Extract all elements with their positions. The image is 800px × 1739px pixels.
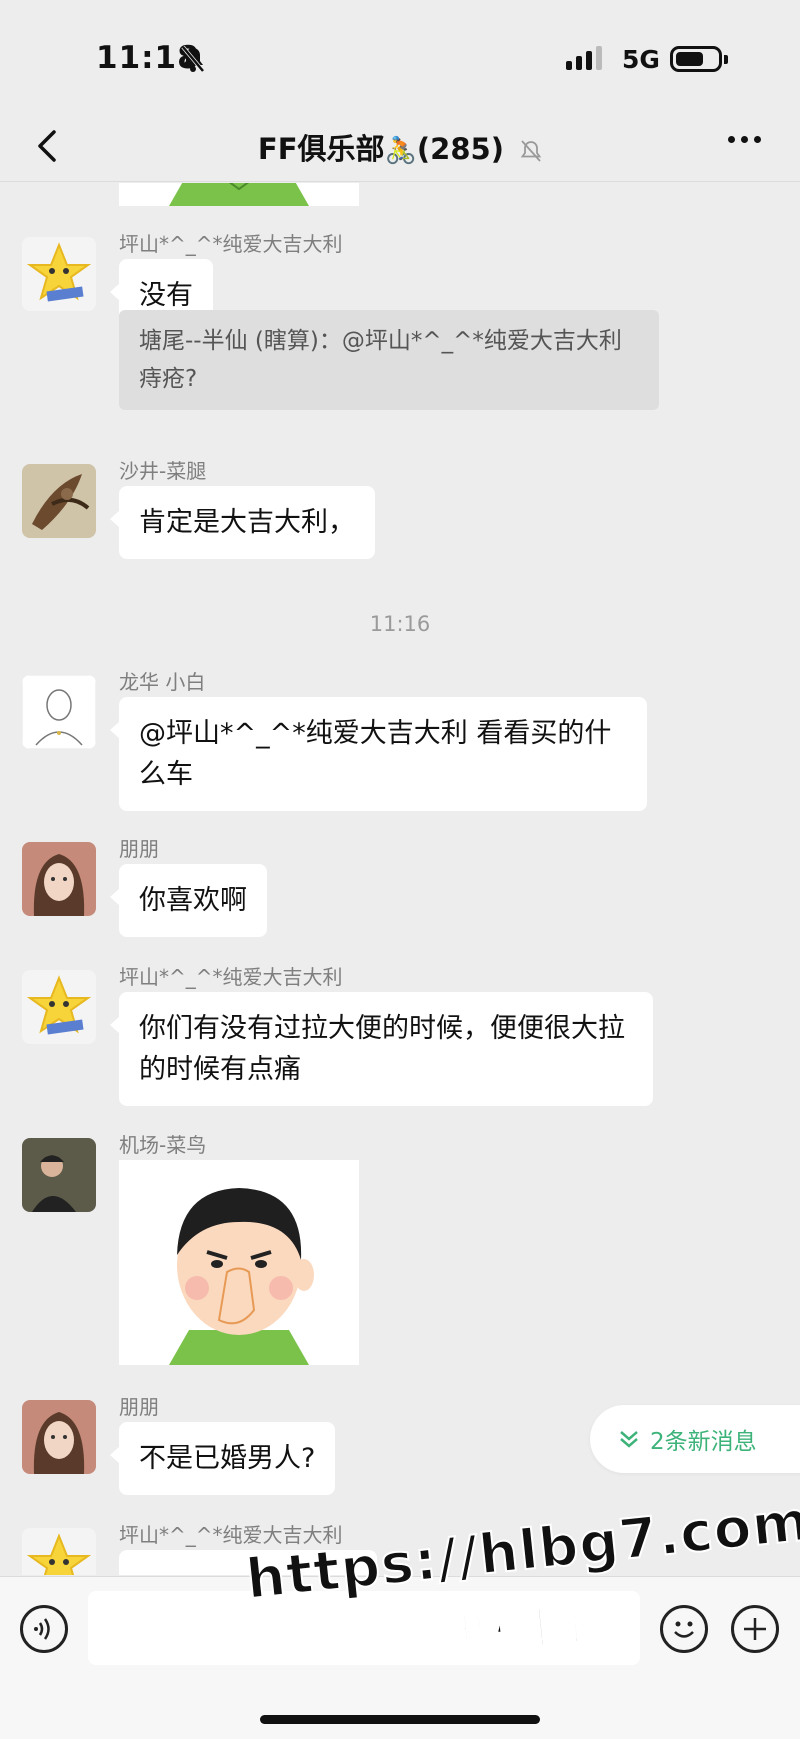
sender-name: 朋朋 (119, 837, 159, 861)
home-indicator (260, 1715, 540, 1724)
input-bar (0, 1576, 800, 1739)
timestamp: 11:16 (369, 612, 431, 636)
sketch-avatar[interactable] (22, 675, 96, 749)
mute-bell-icon (181, 45, 205, 73)
man-avatar[interactable] (22, 1138, 96, 1212)
message-input[interactable] (88, 1591, 640, 1665)
nav-bar: FF俱乐部🚴(285) (0, 110, 800, 182)
message-bubble[interactable]: 你们有没有过拉大便的时候，便便很大拉的时候有点痛 (110, 992, 653, 1106)
star-avatar[interactable] (22, 237, 96, 311)
message-bubble[interactable]: 不是已婚男人? (109, 1422, 336, 1495)
network-label: 5G (622, 45, 660, 74)
chat-area[interactable]: 坪山*^_^*纯爱大吉大利 没有 塘尾--半仙 (瞎算)：@坪山*^_^*纯爱大… (0, 183, 800, 1575)
double-chevron-down-icon (620, 1431, 638, 1448)
sender-name: 坪山*^_^*纯爱大吉大利 (119, 965, 343, 989)
chat-title: FF俱乐部🚴(285) (0, 126, 800, 168)
sender-name: 朋朋 (119, 1395, 159, 1419)
bird-avatar[interactable] (22, 464, 96, 538)
nose-pinch-sticker[interactable] (119, 1160, 359, 1365)
message-bubble[interactable]: @坪山*^_^*纯爱大吉大利 看看买的什么车 (110, 697, 647, 811)
bike-emoji: 🚴 (384, 136, 417, 166)
message-bubble[interactable]: 你喜欢啊 (110, 864, 267, 937)
sender-name: 坪山*^_^*纯爱大吉大利 (119, 1523, 343, 1547)
message-bubble[interactable]: 肯定是大吉大利， (110, 486, 375, 559)
sender-name: 坪山*^_^*纯爱大吉大利 (119, 232, 343, 256)
more-dots-icon[interactable] (728, 136, 761, 143)
new-messages-label: 2条新消息 (650, 1429, 757, 1455)
battery-icon (670, 46, 728, 72)
partial-sticker (119, 183, 359, 206)
muted-icon (520, 140, 542, 162)
voice-icon[interactable] (20, 1605, 68, 1653)
status-bar: 11:18 5G (0, 0, 800, 110)
new-messages-button[interactable]: 2条新消息 (590, 1405, 800, 1473)
girl-avatar[interactable] (22, 842, 96, 916)
sender-name: 沙井-菜腿 (119, 459, 207, 483)
sender-name: 机场-菜鸟 (119, 1133, 207, 1157)
member-count: (285) (416, 132, 504, 166)
emoji-icon[interactable] (660, 1605, 708, 1653)
chat-title-text: FF俱乐部 (257, 132, 385, 166)
quoted-reply[interactable]: 塘尾--半仙 (瞎算)：@坪山*^_^*纯爱大吉大利 痔疮? (119, 310, 659, 410)
plus-icon[interactable] (731, 1605, 779, 1653)
signal-icon (566, 46, 602, 70)
star-avatar[interactable] (22, 1528, 96, 1575)
star-avatar[interactable] (22, 970, 96, 1044)
sender-name: 龙华 小白 (119, 670, 206, 694)
message-bubble[interactable] (110, 1550, 377, 1575)
girl-avatar[interactable] (22, 1400, 96, 1474)
